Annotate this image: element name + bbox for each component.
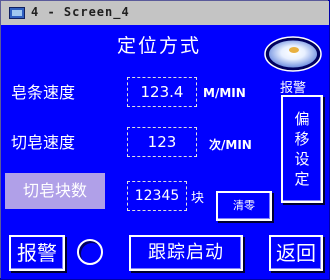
soap-speed-unit: M/MIN bbox=[203, 86, 246, 100]
cut-speed-label: 切皂速度 bbox=[11, 133, 76, 152]
alarm-lamp-icon bbox=[264, 36, 322, 72]
back-button[interactable]: 返回 bbox=[269, 235, 323, 271]
alarm-lamp-label: 报警 bbox=[280, 81, 307, 96]
offset-setting-char: 移 bbox=[294, 130, 310, 148]
soap-speed-value: 123.4 bbox=[127, 77, 197, 107]
cut-speed-value: 123 bbox=[127, 127, 197, 157]
screen-content: 定位方式 报警 皂条速度 123.4 M/MIN 切皂速度 123 次/MIN … bbox=[1, 25, 329, 279]
alarm-indicator-icon bbox=[77, 239, 103, 265]
offset-setting-char: 设 bbox=[294, 150, 310, 168]
soap-speed-label: 皂条速度 bbox=[11, 83, 76, 102]
cut-count-label: 切皂块数 bbox=[5, 173, 105, 209]
cut-speed-unit: 次/MIN bbox=[209, 138, 252, 152]
cut-count-value: 12345 bbox=[127, 181, 187, 211]
offset-setting-char: 定 bbox=[294, 170, 310, 188]
window-title: 4 - Screen_4 bbox=[31, 5, 130, 19]
cut-count-unit: 块 bbox=[191, 191, 205, 206]
window-title-bar: 4 - Screen_4 bbox=[1, 1, 329, 26]
hmi-window: 4 - Screen_4 定位方式 报警 皂条速度 123.4 M/MIN 切皂… bbox=[0, 0, 329, 279]
screen-icon bbox=[9, 7, 25, 19]
alarm-button[interactable]: 报警 bbox=[9, 235, 65, 271]
track-start-button[interactable]: 跟踪启动 bbox=[129, 235, 243, 271]
clear-button[interactable]: 清零 bbox=[216, 191, 272, 221]
offset-setting-button[interactable]: 偏 移 设 定 bbox=[281, 95, 323, 203]
offset-setting-char: 偏 bbox=[294, 110, 310, 128]
screen-title: 定位方式 bbox=[117, 35, 202, 57]
